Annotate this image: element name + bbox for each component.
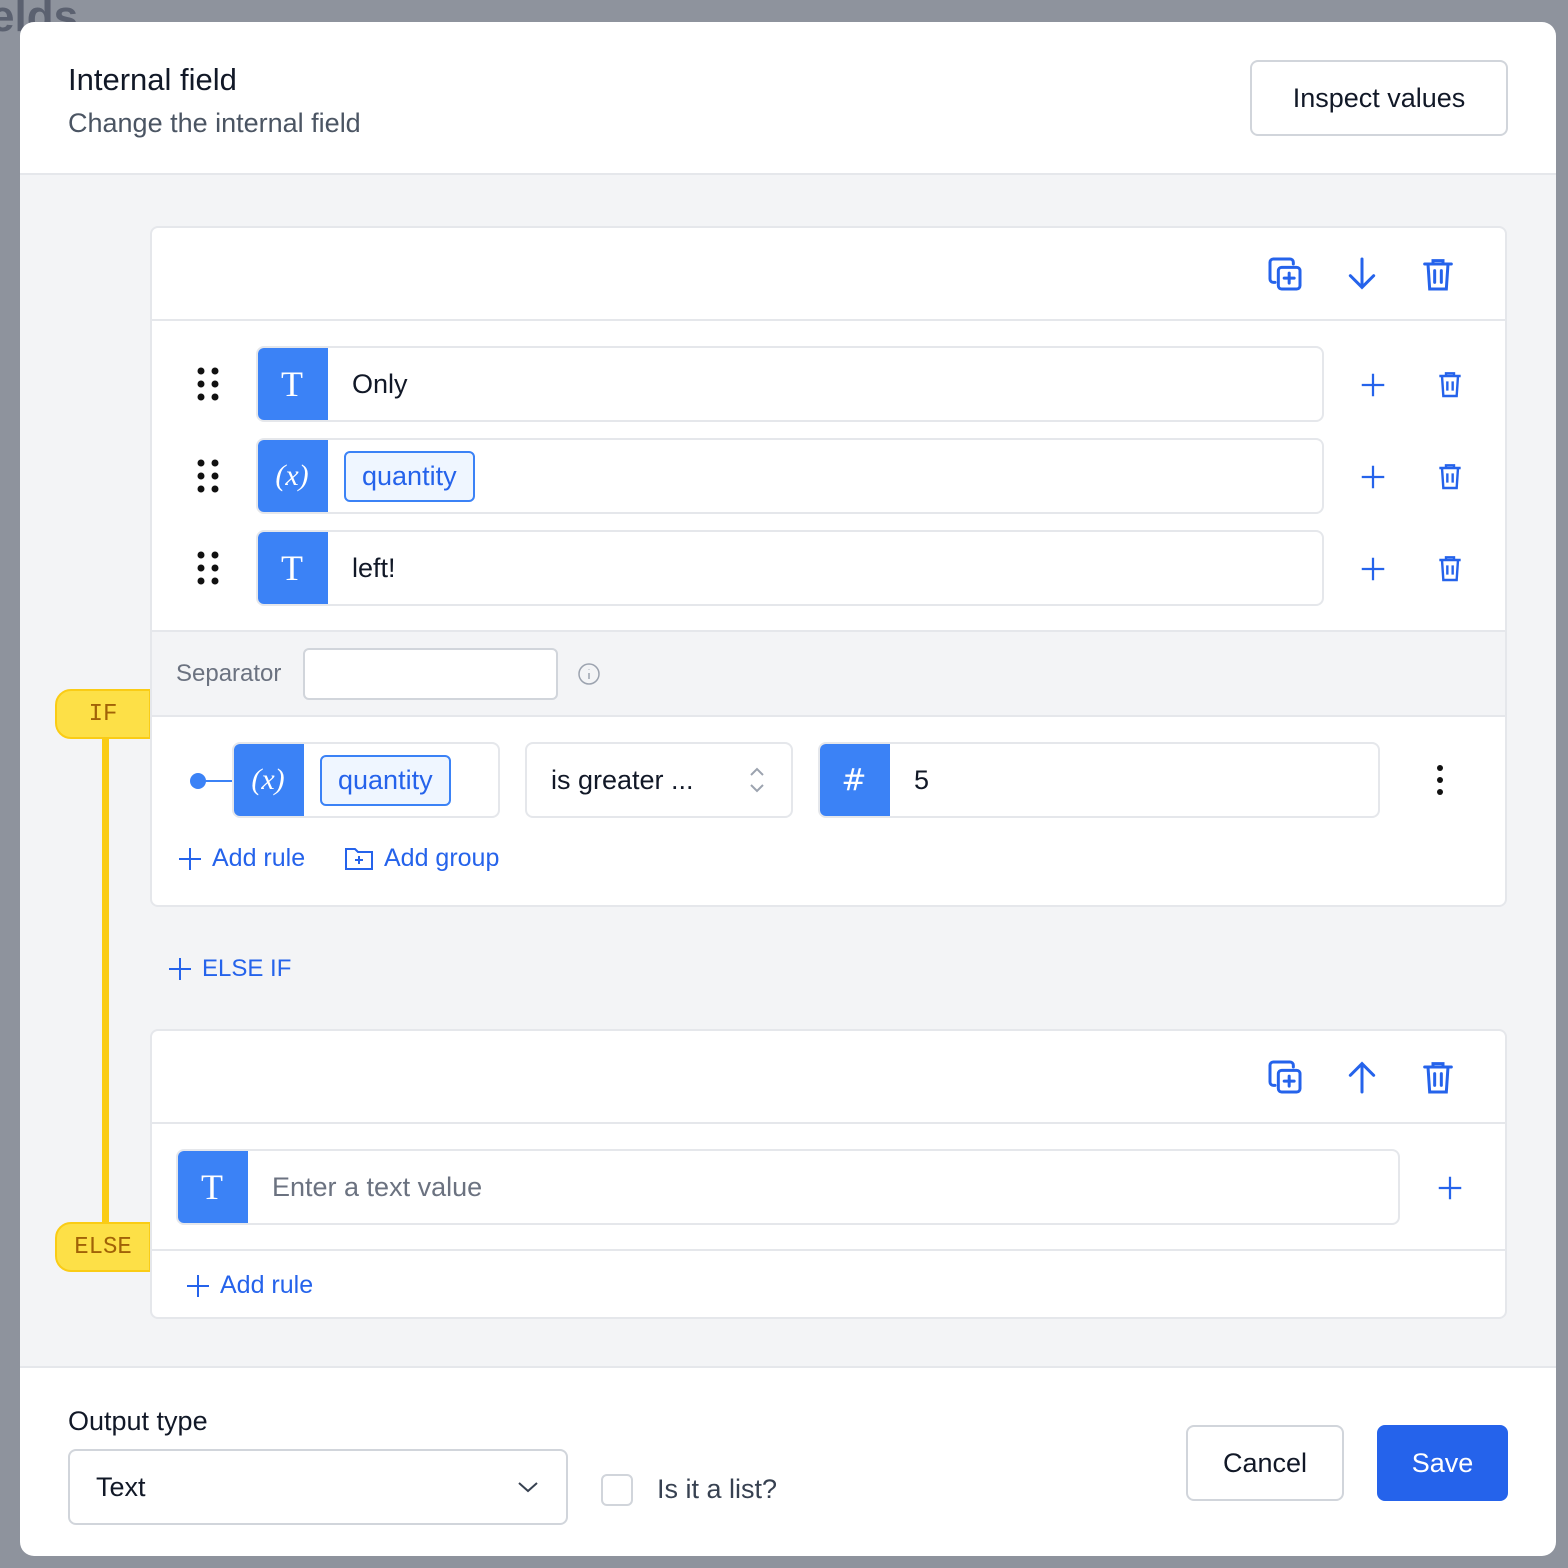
text-type-icon: T [258,532,328,604]
rule-connector-line [202,780,234,782]
variable-chip[interactable]: quantity [320,754,451,806]
plus-icon [169,958,191,980]
move-up-icon[interactable] [1342,1057,1382,1097]
folder-plus-icon [345,847,373,870]
separator-input[interactable] [303,648,558,700]
add-icon[interactable] [1358,462,1388,492]
number-type-icon: # [820,744,890,816]
else-text-placeholder: Enter a text value [272,1171,483,1202]
drag-handle-icon[interactable] [196,458,220,494]
chevron-up-down-icon [750,767,764,793]
add-rule-label: Add rule [212,844,306,872]
move-down-icon[interactable] [1342,254,1382,294]
is-list-label: Is it a list? [657,1474,778,1504]
modal-header: Internal field Change the internal field… [20,22,1556,175]
else-text-input[interactable]: T Enter a text value [176,1149,1400,1225]
duplicate-icon[interactable] [1265,1057,1305,1097]
variable-part-input[interactable]: (x) quantity [256,438,1324,514]
condition-variable-input[interactable]: (x) quantity [232,742,500,818]
variable-type-icon: (x) [258,440,328,512]
save-button[interactable]: Save [1377,1425,1508,1501]
else-if-button[interactable]: ELSE IF [168,955,291,983]
drag-handle-icon[interactable] [196,366,220,402]
add-icon[interactable] [1358,554,1388,584]
trash-icon[interactable] [1418,1057,1458,1097]
branch-connector-line [102,739,109,1224]
operator-value: is greater ... [551,764,694,795]
condition-value-input[interactable]: # 5 [818,742,1380,818]
trash-icon[interactable] [1434,368,1466,400]
text-part-value: left! [352,552,396,583]
add-group-button[interactable]: Add group [344,844,499,873]
if-card: T Only (x) quantity T left! Separator (x… [150,226,1507,907]
internal-field-modal: Internal field Change the internal field… [20,22,1556,1556]
modal-body: IF ELSE T Only (x) quantity T left! Sepa… [20,175,1556,1368]
info-icon[interactable] [577,662,601,686]
text-part-value: Only [352,368,408,399]
else-card-toolbar [152,1031,1505,1124]
is-list-checkbox[interactable] [601,1474,633,1506]
add-rule-label: Add rule [220,1271,314,1299]
output-type-select[interactable]: Text [68,1449,568,1525]
divider [152,1249,1505,1251]
trash-icon[interactable] [1434,552,1466,584]
trash-icon[interactable] [1418,254,1458,294]
condition-value: 5 [914,764,930,795]
modal-title: Internal field [68,62,237,97]
chevron-down-icon [518,1482,538,1493]
separator-row: Separator [152,630,1505,717]
text-type-icon: T [258,348,328,420]
cancel-button[interactable]: Cancel [1186,1425,1344,1501]
add-icon[interactable] [1435,1173,1465,1203]
else-if-label: ELSE IF [202,955,292,982]
add-rule-button[interactable]: Add rule [178,844,305,873]
output-type-label: Output type [68,1406,208,1436]
if-card-toolbar [152,228,1505,321]
operator-select[interactable]: is greater ... [525,742,793,818]
else-badge: ELSE [55,1222,151,1272]
trash-icon[interactable] [1434,460,1466,492]
if-badge: IF [55,689,151,739]
drag-handle-icon[interactable] [196,550,220,586]
text-part-input[interactable]: T Only [256,346,1324,422]
add-icon[interactable] [1358,370,1388,400]
modal-subtitle: Change the internal field [68,108,361,138]
plus-icon [187,1274,209,1297]
text-part-input[interactable]: T left! [256,530,1324,606]
else-card: T Enter a text value Add rule [150,1029,1507,1319]
add-group-label: Add group [384,844,500,872]
inspect-values-button[interactable]: Inspect values [1250,60,1508,136]
duplicate-icon[interactable] [1265,254,1305,294]
variable-type-icon: (x) [234,744,304,816]
plus-icon [179,847,201,870]
add-rule-button[interactable]: Add rule [186,1271,313,1300]
separator-label: Separator [176,660,282,687]
more-options-icon[interactable] [1428,764,1452,796]
variable-chip[interactable]: quantity [344,450,475,502]
output-type-value: Text [96,1471,146,1502]
text-type-icon: T [178,1151,248,1223]
